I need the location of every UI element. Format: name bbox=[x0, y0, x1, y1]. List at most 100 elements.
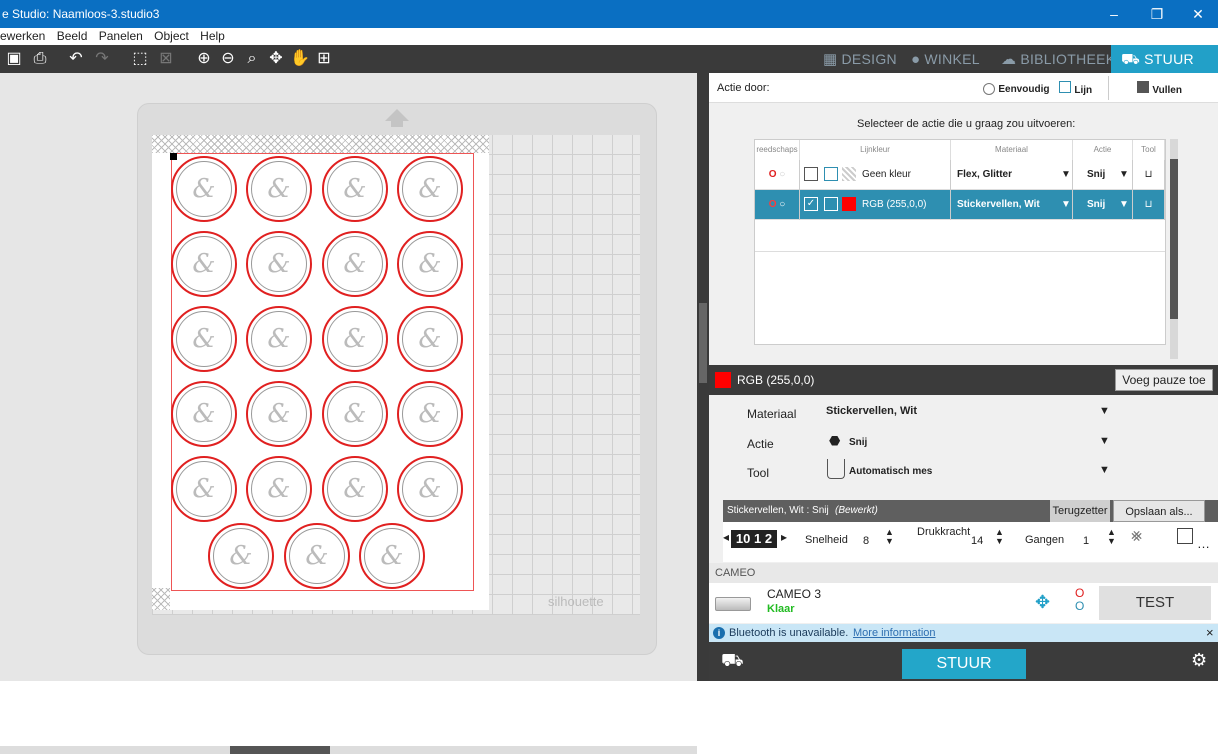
tool-holder-indicator[interactable]: O ○ bbox=[755, 160, 800, 190]
vertical-scrollbar[interactable] bbox=[697, 73, 709, 681]
add-pause-button[interactable]: Voeg pauze toe bbox=[1115, 369, 1213, 391]
tab-stuur[interactable]: ⛟ STUUR bbox=[1111, 45, 1218, 73]
test-button[interactable]: TEST bbox=[1099, 586, 1211, 620]
row-checkbox-checked[interactable]: ✓ bbox=[804, 197, 818, 211]
row-checkbox[interactable] bbox=[804, 167, 818, 181]
material-select[interactable]: Stickervellen, Wit bbox=[826, 405, 917, 417]
sticker-circle[interactable]: & bbox=[246, 231, 312, 297]
chevron-down-icon[interactable]: ▼ bbox=[1099, 435, 1110, 447]
row-material[interactable]: Flex, Glitter bbox=[951, 160, 1073, 190]
zoom-out-icon[interactable]: ⊖ bbox=[218, 49, 238, 69]
tab-winkel[interactable]: ● WINKEL bbox=[911, 45, 980, 73]
pan-hand-icon[interactable]: ✋ bbox=[290, 49, 310, 69]
sticker-circle[interactable]: & bbox=[397, 456, 463, 522]
reset-button[interactable]: Terugzetter bbox=[1050, 500, 1110, 522]
eenvoudig-radio[interactable]: Eenvoudig bbox=[983, 81, 1049, 95]
speed-value[interactable]: 8 bbox=[863, 535, 869, 547]
minimize-button[interactable]: – bbox=[1094, 3, 1134, 25]
deselect-icon[interactable]: ⊠ bbox=[156, 49, 176, 69]
move-icon[interactable]: ✥ bbox=[266, 49, 286, 69]
redo-icon[interactable]: ↷ bbox=[92, 49, 112, 69]
action-select[interactable]: Snij bbox=[849, 437, 867, 448]
corner-option-icon[interactable] bbox=[1177, 528, 1193, 544]
force-stepper-icon[interactable]: ▲ ▼ bbox=[995, 528, 1004, 546]
menu-object[interactable]: Object bbox=[154, 29, 189, 43]
sticker-circle[interactable]: & bbox=[359, 523, 425, 589]
sticker-circle[interactable]: & bbox=[322, 456, 388, 522]
sticker-circle[interactable]: & bbox=[208, 523, 274, 589]
knife-icon: ⬣ bbox=[829, 433, 841, 448]
tab-bibliotheek[interactable]: ☁ BIBLIOTHEEK bbox=[1001, 45, 1115, 73]
sticker-circle[interactable]: & bbox=[246, 456, 312, 522]
sticker-circle[interactable]: & bbox=[171, 306, 237, 372]
sticker-circle[interactable]: & bbox=[171, 381, 237, 447]
sticker-circle[interactable]: & bbox=[322, 306, 388, 372]
chevron-down-icon[interactable]: ▼ bbox=[1119, 160, 1129, 190]
sticker-circle[interactable]: & bbox=[397, 231, 463, 297]
table-scrollbar[interactable] bbox=[1170, 139, 1178, 359]
sticker-logo-icon: & bbox=[229, 541, 253, 571]
tab-design[interactable]: ▦ DESIGN bbox=[823, 45, 897, 73]
menu-panelen[interactable]: Panelen bbox=[99, 29, 143, 43]
table-row[interactable]: O ○ Geen kleur Flex, Glitter ▼ Snij ▼ ⊔ bbox=[755, 160, 1165, 190]
fit-page-icon[interactable]: ⊞ bbox=[314, 49, 334, 69]
blade-icon[interactable]: ⊔ bbox=[1133, 160, 1165, 190]
blade-depth-ruler[interactable]: 10 1 2 3 bbox=[731, 530, 777, 564]
sticker-circle[interactable]: & bbox=[171, 231, 237, 297]
passes-stepper-icon[interactable]: ▲ ▼ bbox=[1107, 528, 1116, 546]
sticker-circle[interactable]: & bbox=[171, 156, 237, 222]
design-canvas[interactable]: & & & & & & & & & & & & & & & & & & & & & & & silhouette bbox=[0, 73, 697, 754]
device-row[interactable]: CAMEO 3 Klaar ✥ OO TEST bbox=[709, 583, 1218, 623]
sticker-circle[interactable]: & bbox=[322, 156, 388, 222]
lijn-tab[interactable]: Lijn bbox=[1059, 76, 1109, 100]
history-icon[interactable]: ⛟ bbox=[721, 650, 744, 672]
horizontal-scrollbar[interactable] bbox=[0, 746, 697, 754]
passes-value[interactable]: 1 bbox=[1083, 535, 1089, 547]
restore-button[interactable]: ❐ bbox=[1137, 3, 1177, 25]
print-icon[interactable]: ⎙ bbox=[30, 49, 50, 69]
more-options-icon[interactable]: … bbox=[1197, 536, 1210, 551]
sticker-circle[interactable]: & bbox=[246, 156, 312, 222]
speed-stepper-icon[interactable]: ▲ ▼ bbox=[885, 528, 894, 546]
send-button[interactable]: STUUR bbox=[902, 649, 1026, 679]
sticker-circle[interactable]: & bbox=[284, 523, 350, 589]
chevron-down-icon[interactable]: ▼ bbox=[1099, 405, 1110, 417]
close-icon[interactable]: × bbox=[1206, 625, 1214, 640]
sticker-circle[interactable]: & bbox=[322, 381, 388, 447]
gear-icon[interactable]: ⚙ bbox=[1191, 650, 1207, 671]
blade-decrease-icon[interactable]: ◂ bbox=[723, 530, 729, 544]
save-as-button[interactable]: Opslaan als... bbox=[1113, 500, 1205, 522]
sticker-circle[interactable]: & bbox=[397, 381, 463, 447]
select-all-icon[interactable]: ⬚ bbox=[130, 49, 150, 69]
sticker-circle[interactable]: & bbox=[246, 306, 312, 372]
menu-bewerken[interactable]: ewerken bbox=[0, 29, 45, 43]
sticker-circle[interactable]: & bbox=[397, 306, 463, 372]
tool-holder-indicator[interactable]: O ○ bbox=[755, 190, 800, 220]
chevron-down-icon[interactable]: ▼ bbox=[1061, 190, 1071, 220]
chevron-down-icon[interactable]: ▼ bbox=[1061, 160, 1071, 190]
save-icon[interactable]: ▣ bbox=[4, 49, 24, 69]
row-material[interactable]: Stickervellen, Wit bbox=[951, 190, 1073, 220]
sticker-circle[interactable]: & bbox=[397, 156, 463, 222]
menu-beeld[interactable]: Beeld bbox=[57, 29, 88, 43]
chevron-down-icon[interactable]: ▼ bbox=[1119, 190, 1129, 220]
vullen-tab[interactable]: Vullen bbox=[1137, 76, 1217, 102]
menu-help[interactable]: Help bbox=[200, 29, 225, 43]
line-segment-overcut-icon[interactable]: ⨳ bbox=[1131, 525, 1142, 546]
tool-select[interactable]: Automatisch mes bbox=[849, 466, 932, 477]
zoom-in-icon[interactable]: ⊕ bbox=[194, 49, 214, 69]
force-value[interactable]: 14 bbox=[971, 535, 983, 547]
table-row-selected[interactable]: O ○ ✓ RGB (255,0,0) Stickervellen, Wit ▼… bbox=[755, 190, 1165, 220]
close-button[interactable]: ✕ bbox=[1178, 3, 1218, 25]
more-information-link[interactable]: More information bbox=[853, 627, 936, 639]
undo-icon[interactable]: ↶ bbox=[66, 49, 86, 69]
action-label: Actie bbox=[747, 437, 774, 451]
sticker-circle[interactable]: & bbox=[322, 231, 388, 297]
blade-increase-icon[interactable]: ▸ bbox=[781, 530, 787, 544]
sticker-circle[interactable]: & bbox=[171, 456, 237, 522]
blade-icon[interactable]: ⊔ bbox=[1133, 190, 1165, 220]
sticker-circle[interactable]: & bbox=[246, 381, 312, 447]
move-arrows-icon[interactable]: ✥ bbox=[1035, 592, 1050, 613]
chevron-down-icon[interactable]: ▼ bbox=[1099, 464, 1110, 476]
zoom-select-icon[interactable]: ⌕ bbox=[242, 49, 262, 69]
